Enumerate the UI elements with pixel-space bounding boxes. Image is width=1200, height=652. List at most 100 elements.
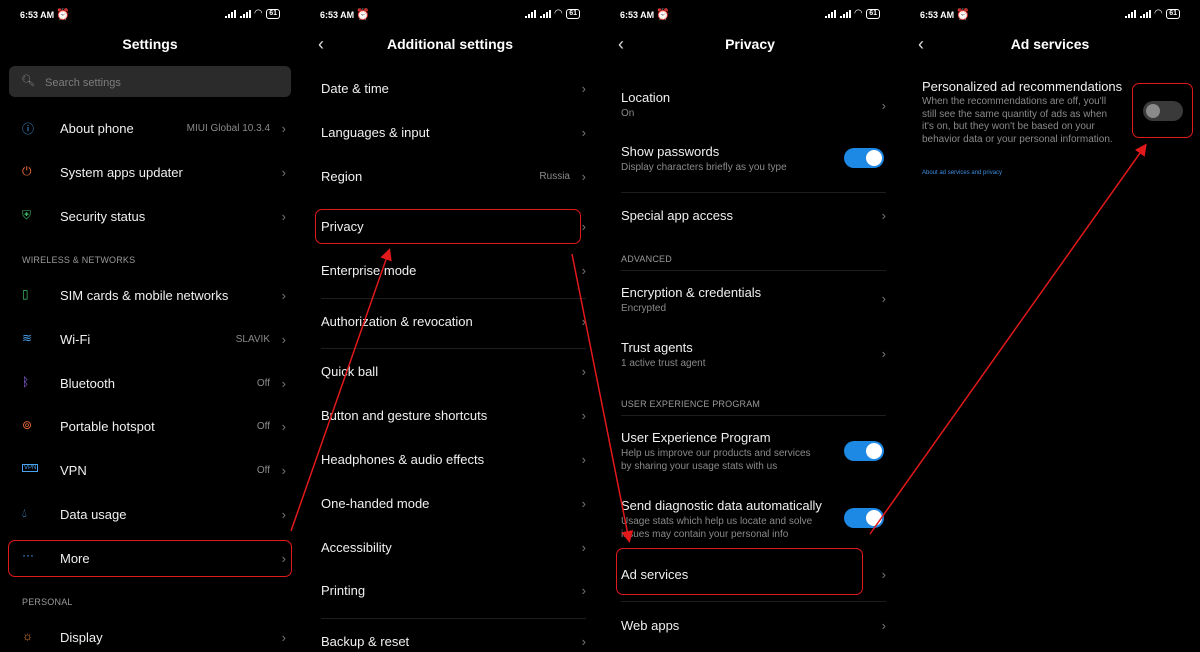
- signal-icon: [239, 10, 251, 18]
- wifi-icon: ≋: [22, 331, 33, 345]
- item-label: Enterprise mode: [321, 263, 417, 278]
- chevron-right-icon: ›: [881, 618, 886, 633]
- data-drop-icon: 💧︎: [22, 506, 27, 520]
- item-description: it's on, but they won't be based on your: [922, 121, 1095, 132]
- item-label: Wi-Fi: [60, 332, 91, 347]
- item-subtitle: Display characters briefly as you type: [621, 162, 787, 173]
- user-experience-toggle[interactable]: [844, 441, 884, 461]
- status-bar: 6:53 AM ⏰ ◠ 61: [0, 0, 300, 30]
- section-header-wireless: WIRELESS & NETWORKS: [22, 255, 136, 265]
- highlight-personalized-toggle: [1132, 83, 1193, 138]
- search-bar[interactable]: 🔍︎: [9, 66, 291, 99]
- status-time: 6:53 AM: [20, 10, 55, 20]
- chevron-right-icon: ›: [581, 540, 586, 555]
- chevron-right-icon: ›: [881, 346, 886, 361]
- page-title: Additional settings: [387, 36, 513, 52]
- chevron-right-icon: ›: [281, 332, 286, 347]
- send-diagnostic-toggle[interactable]: [844, 508, 884, 528]
- section-header-personal: PERSONAL: [22, 597, 73, 607]
- chevron-right-icon: ›: [881, 291, 886, 306]
- alarm-icon: ⏰: [656, 9, 670, 21]
- chevron-right-icon: ›: [881, 567, 886, 582]
- signal-icon: [539, 10, 551, 18]
- item-subtitle: On: [621, 108, 635, 119]
- item-label: User Experience Program: [621, 430, 771, 445]
- page-title: Ad services: [1010, 36, 1090, 52]
- status-time: 6:53 AM: [320, 10, 355, 20]
- item-description: behavior data or your personal informati…: [922, 134, 1113, 145]
- update-icon: ⏻: [22, 164, 32, 178]
- highlight-more: [8, 540, 292, 577]
- wifi-status-icon: ◠: [254, 8, 263, 19]
- chevron-right-icon: ›: [581, 81, 586, 96]
- chevron-right-icon: ›: [281, 376, 286, 391]
- status-bar: 6:53 AM ⏰ ◠ 61: [600, 0, 900, 30]
- item-subtitle: 1 active trust agent: [621, 358, 706, 369]
- item-label: Special app access: [621, 208, 734, 223]
- chevron-right-icon: ›: [581, 452, 586, 467]
- show-passwords-toggle[interactable]: [844, 148, 884, 168]
- item-label: Security status: [60, 209, 146, 224]
- privacy-panel: 6:53 AM ⏰ ◠ 61 ‹ Privacy Location On › S…: [600, 0, 900, 652]
- chevron-right-icon: ›: [581, 634, 586, 649]
- chevron-right-icon: ›: [581, 496, 586, 511]
- item-label: One-handed mode: [321, 496, 430, 511]
- chevron-right-icon: ›: [581, 314, 586, 329]
- vpn-icon: VPN: [22, 464, 39, 472]
- section-header-user-experience: USER EXPERIENCE PROGRAM: [621, 399, 761, 409]
- chevron-right-icon: ›: [281, 630, 286, 645]
- status-time: 6:53 AM: [920, 10, 955, 20]
- item-label: Encryption & credentials: [621, 285, 762, 300]
- battery-icon: 61: [566, 9, 580, 19]
- chevron-right-icon: ›: [281, 463, 286, 478]
- display-sun-icon: ☼: [22, 629, 33, 643]
- item-label: Send diagnostic data automatically: [621, 498, 822, 513]
- info-icon: ⓘ: [22, 122, 35, 136]
- chevron-right-icon: ›: [881, 98, 886, 113]
- page-title: Settings: [122, 36, 178, 52]
- item-value: Russia: [539, 171, 570, 182]
- signal-icon: [824, 10, 836, 18]
- alarm-icon: ⏰: [356, 9, 370, 21]
- battery-icon: 61: [1166, 9, 1180, 19]
- chevron-right-icon: ›: [281, 165, 286, 180]
- section-header-advanced: ADVANCED: [621, 254, 672, 264]
- item-label: Location: [621, 90, 671, 105]
- item-label: Web apps: [621, 618, 680, 633]
- chevron-right-icon: ›: [281, 419, 286, 434]
- chevron-right-icon: ›: [281, 121, 286, 136]
- signal-icon: [839, 10, 851, 18]
- status-bar: 6:53 AM ⏰ ◠ 61: [300, 0, 600, 30]
- item-label: Data usage: [60, 507, 127, 522]
- shield-icon: ⛨: [22, 208, 32, 222]
- ad-services-panel: 6:53 AM ⏰ ◠ 61 ‹ Ad services Personalize…: [900, 0, 1200, 652]
- item-subtitle: by sharing your usage stats with us: [621, 461, 778, 472]
- settings-panel: 6:53 AM ⏰ ◠ 61 Settings 🔍︎ ⓘ About phone…: [0, 0, 300, 652]
- item-label: Portable hotspot: [60, 419, 155, 434]
- item-description: still see the same quantity of ads as wh…: [922, 109, 1108, 120]
- item-subtitle: Encrypted: [621, 303, 667, 314]
- item-label: Button and gesture shortcuts: [321, 408, 488, 423]
- signal-icon: [524, 10, 536, 18]
- battery-icon: 61: [266, 9, 280, 19]
- about-ad-services-link[interactable]: About ad services and privacy: [922, 170, 1002, 176]
- search-icon: 🔍︎: [21, 75, 35, 87]
- item-description: When the recommendations are off, you'll: [922, 96, 1107, 107]
- signal-icon: [224, 10, 236, 18]
- alarm-icon: ⏰: [56, 9, 70, 21]
- chevron-right-icon: ›: [581, 583, 586, 598]
- page-title: Privacy: [725, 36, 775, 52]
- wifi-status-icon: ◠: [854, 8, 863, 19]
- chevron-right-icon: ›: [881, 208, 886, 223]
- item-label: SIM cards & mobile networks: [60, 288, 229, 303]
- search-input[interactable]: [43, 66, 277, 99]
- item-label: About phone: [60, 121, 134, 136]
- highlight-privacy: [315, 209, 581, 244]
- chevron-right-icon: ›: [281, 288, 286, 303]
- item-label: VPN: [60, 463, 87, 478]
- item-label: Date & time: [321, 81, 389, 96]
- item-label: Region: [321, 169, 363, 184]
- item-label: Show passwords: [621, 144, 720, 159]
- item-label: Bluetooth: [60, 376, 115, 391]
- item-value: Off: [256, 421, 270, 432]
